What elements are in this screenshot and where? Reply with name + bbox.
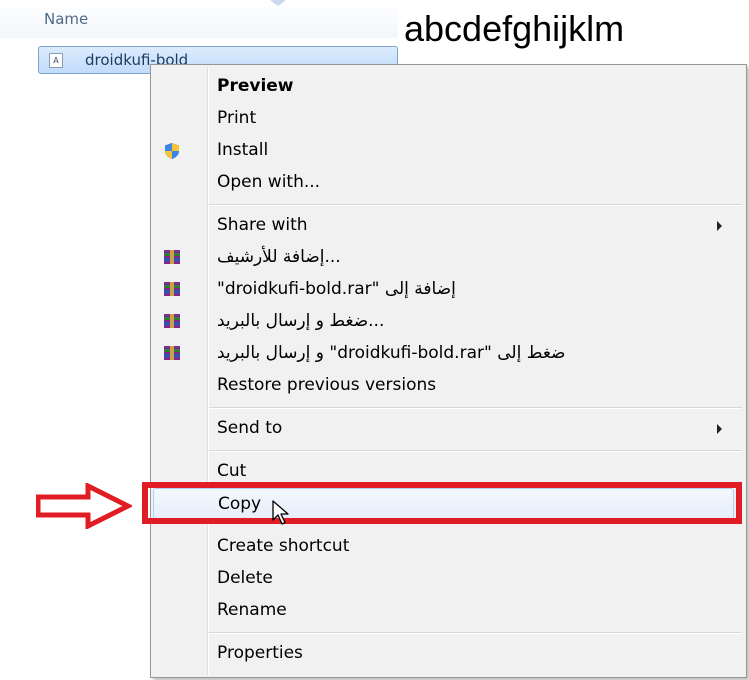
menu-item-properties[interactable]: Properties <box>151 638 746 670</box>
mouse-pointer-icon <box>272 500 289 525</box>
menu-item-winrar-compress-to-email[interactable]: ضغط إلى "droidkufi-bold.rar" و إرسال بال… <box>151 338 746 370</box>
menu-item-create-shortcut[interactable]: Create shortcut <box>151 531 746 563</box>
annotation-highlight-box <box>142 482 742 524</box>
menu-item-label: ...إضافة للأرشيف <box>217 247 341 267</box>
column-header[interactable]: Name <box>0 0 400 38</box>
font-file-icon: A <box>49 53 63 68</box>
menu-item-winrar-add-to[interactable]: إضافة إلى "droidkufi-bold.rar" <box>151 274 746 306</box>
menu-item-label: Print <box>217 108 257 128</box>
menu-item-send-to[interactable]: Send to <box>151 413 746 445</box>
menu-item-restore-previous-versions[interactable]: Restore previous versions <box>151 370 746 402</box>
winrar-icon <box>163 313 181 331</box>
menu-item-label: Cut <box>217 461 247 481</box>
menu-item-label: Create shortcut <box>217 536 350 556</box>
column-header-name[interactable]: Name <box>44 10 88 28</box>
menu-item-rename[interactable]: Rename <box>151 595 746 627</box>
winrar-icon <box>163 345 181 363</box>
menu-separator <box>209 204 742 206</box>
menu-item-label: Properties <box>217 643 303 663</box>
menu-item-label: Delete <box>217 568 273 588</box>
submenu-arrow-icon <box>717 424 722 434</box>
menu-item-winrar-compress-email[interactable]: ...ضغط و إرسال بالبريد <box>151 306 746 338</box>
winrar-icon <box>163 249 181 267</box>
menu-item-label: Open with... <box>217 172 321 192</box>
menu-separator <box>209 450 742 452</box>
font-sample-text: abcdefghijklm <box>404 8 625 49</box>
menu-item-share-with[interactable]: Share with <box>151 210 746 242</box>
menu-item-label: إضافة إلى "droidkufi-bold.rar" <box>217 279 456 299</box>
annotation-arrow-icon <box>36 483 132 529</box>
context-menu: Preview Print Install Open with... Share… <box>150 64 747 678</box>
uac-shield-icon <box>163 142 181 160</box>
menu-item-label: Rename <box>217 600 287 620</box>
menu-item-label: Send to <box>217 418 283 438</box>
menu-item-print[interactable]: Print <box>151 103 746 135</box>
menu-item-label: Install <box>217 140 269 160</box>
menu-item-delete[interactable]: Delete <box>151 563 746 595</box>
winrar-icon <box>163 281 181 299</box>
menu-item-open-with[interactable]: Open with... <box>151 167 746 199</box>
sort-indicator-icon <box>270 0 286 6</box>
menu-item-label: ...ضغط و إرسال بالبريد <box>217 311 385 331</box>
menu-item-label: ضغط إلى "droidkufi-bold.rar" و إرسال بال… <box>217 343 566 363</box>
menu-separator <box>209 632 742 634</box>
submenu-arrow-icon <box>717 221 722 231</box>
menu-item-label: Share with <box>217 215 308 235</box>
menu-item-label: Preview <box>217 76 294 96</box>
menu-item-install[interactable]: Install <box>151 135 746 167</box>
menu-item-preview[interactable]: Preview <box>151 71 746 103</box>
menu-item-winrar-add-archive[interactable]: ...إضافة للأرشيف <box>151 242 746 274</box>
menu-item-label: Restore previous versions <box>217 375 437 395</box>
menu-separator <box>209 407 742 409</box>
